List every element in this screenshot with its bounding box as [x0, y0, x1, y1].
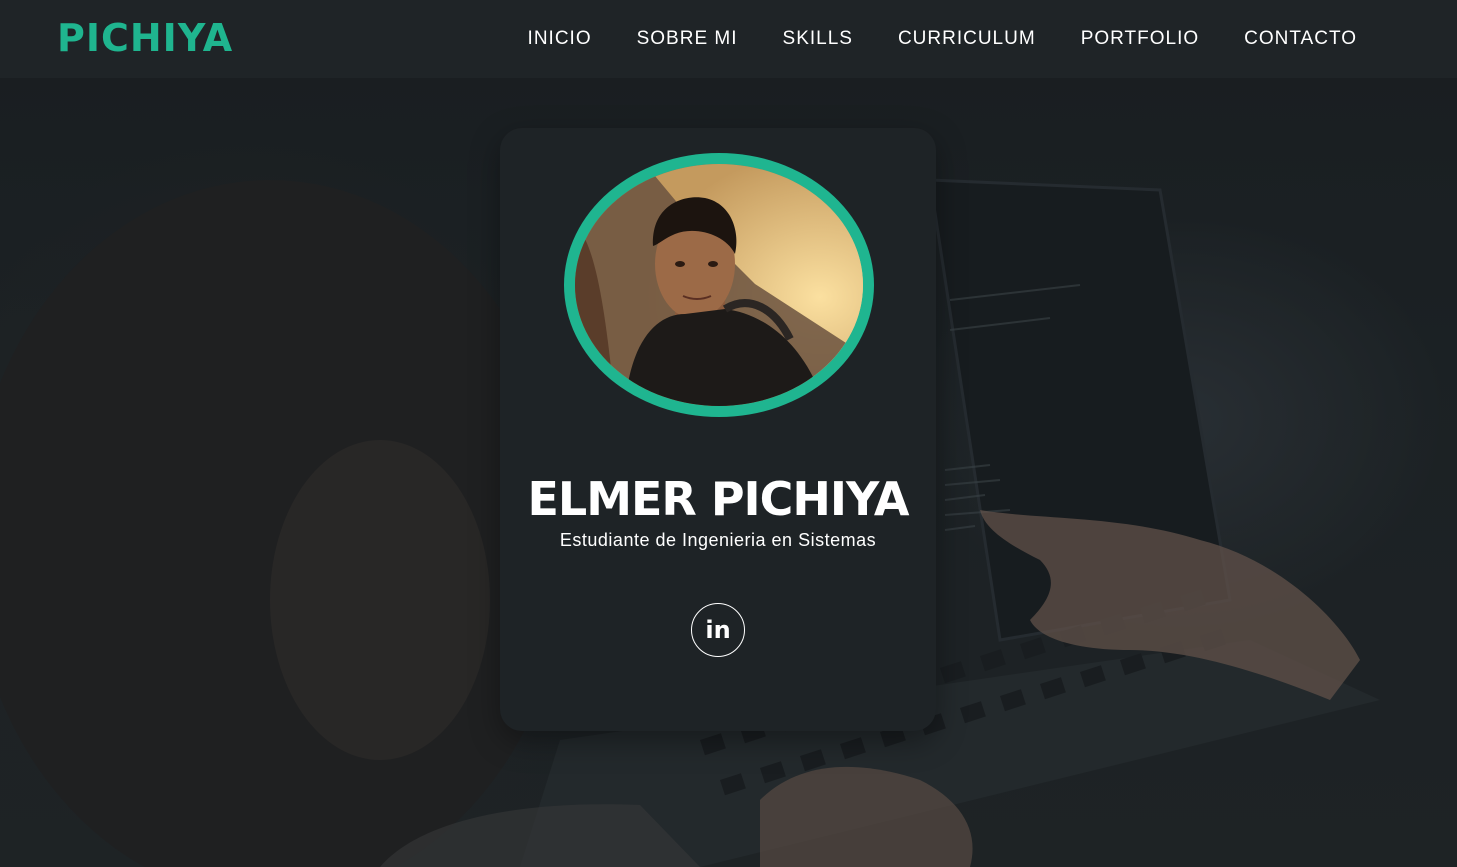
profile-name: ELMER PICHIYA — [527, 472, 909, 526]
avatar-ring — [564, 153, 874, 417]
nav-item-skills[interactable]: SKILLS — [783, 28, 853, 50]
top-navbar: PICHIYA INICIO SOBRE MI SKILLS CURRICULU… — [0, 0, 1457, 78]
main-nav: INICIO SOBRE MI SKILLS CURRICULUM PORTFO… — [483, 0, 1357, 78]
nav-item-inicio[interactable]: INICIO — [528, 28, 592, 50]
brand-logo[interactable]: PICHIYA — [57, 14, 233, 62]
avatar — [575, 164, 863, 406]
avatar-photo — [575, 164, 863, 406]
nav-item-portfolio[interactable]: PORTFOLIO — [1081, 28, 1199, 50]
profile-role: Estudiante de Ingenieria en Sistemas — [559, 530, 877, 550]
linkedin-icon: in — [705, 616, 731, 644]
nav-item-curriculum[interactable]: CURRICULUM — [898, 28, 1036, 50]
linkedin-button[interactable]: in — [691, 603, 745, 657]
profile-card: ELMER PICHIYA Estudiante de Ingenieria e… — [500, 128, 936, 731]
nav-item-contacto[interactable]: CONTACTO — [1244, 28, 1357, 50]
nav-item-sobre-mi[interactable]: SOBRE MI — [637, 28, 738, 50]
